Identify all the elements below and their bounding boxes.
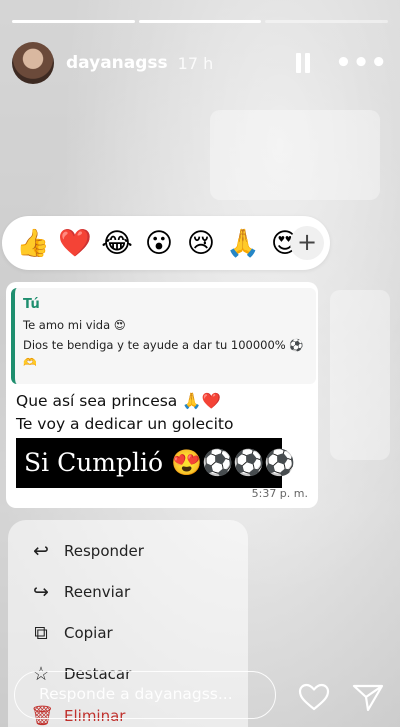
reaction-bar: 👍 ❤️ 😂 😮 😢 🙏 😍 + (2, 216, 330, 270)
reaction-heart[interactable]: ❤️ (54, 227, 96, 259)
forward-icon: ↪ (33, 581, 49, 603)
reaction-surprised[interactable]: 😮 (138, 228, 180, 259)
progress-fill (138, 20, 262, 23)
heart-icon[interactable] (298, 683, 330, 711)
message-bubble[interactable]: Tú Te amo mi vida 😍 Dios te bendiga y te… (6, 282, 318, 508)
menu-item-copy[interactable]: ⧉ Copiar (30, 622, 113, 644)
sticker-banner: Si Cumplió 😍⚽⚽⚽ (16, 438, 296, 488)
story-progress (12, 20, 389, 23)
message-line: Que así sea princesa 🙏❤️ (16, 392, 221, 410)
reaction-pray[interactable]: 🙏 (222, 227, 264, 259)
progress-segment-2 (138, 20, 262, 23)
quote-line: Dios te bendiga y te ayude a dar tu 1000… (23, 338, 304, 352)
reply-input[interactable]: Responde a dayanagss... (14, 671, 276, 719)
message-line: Te voy a dedicar un golecito (16, 415, 234, 433)
reaction-laugh[interactable]: 😂 (96, 228, 138, 259)
pause-icon[interactable] (295, 53, 311, 73)
username[interactable]: dayanagss (66, 53, 168, 73)
reaction-cry[interactable]: 😢 (180, 228, 222, 259)
reaction-thumbs-up[interactable]: 👍 (12, 227, 54, 259)
copy-icon: ⧉ (34, 622, 48, 644)
blurred-background-content (210, 110, 380, 200)
story-header: dayanagss 17 h ••• (12, 40, 388, 86)
add-reaction-button[interactable]: + (290, 226, 324, 260)
quoted-message[interactable]: Tú Te amo mi vida 😍 Dios te bendiga y te… (11, 288, 316, 384)
reply-icon: ↩ (33, 540, 49, 562)
more-options-icon[interactable]: ••• (335, 50, 388, 76)
blurred-background-content (330, 290, 390, 460)
menu-item-label: Copiar (64, 624, 113, 642)
quote-author: Tú (23, 297, 40, 312)
menu-item-label: Responder (64, 542, 144, 560)
progress-segment-1 (12, 20, 135, 23)
menu-item-reply[interactable]: ↩ Responder (30, 540, 144, 562)
message-time: 5:37 p. m. (251, 487, 308, 500)
progress-fill (12, 20, 135, 23)
quote-line: Te amo mi vida 😍 (23, 318, 126, 332)
story-time: 17 h (177, 53, 214, 73)
quote-emoji: 🫶 (23, 356, 37, 369)
send-icon[interactable] (352, 683, 384, 711)
menu-item-forward[interactable]: ↪ Reenviar (30, 581, 130, 603)
avatar[interactable] (12, 42, 54, 84)
progress-segment-3 (265, 20, 389, 23)
menu-item-label: Reenviar (64, 583, 131, 601)
